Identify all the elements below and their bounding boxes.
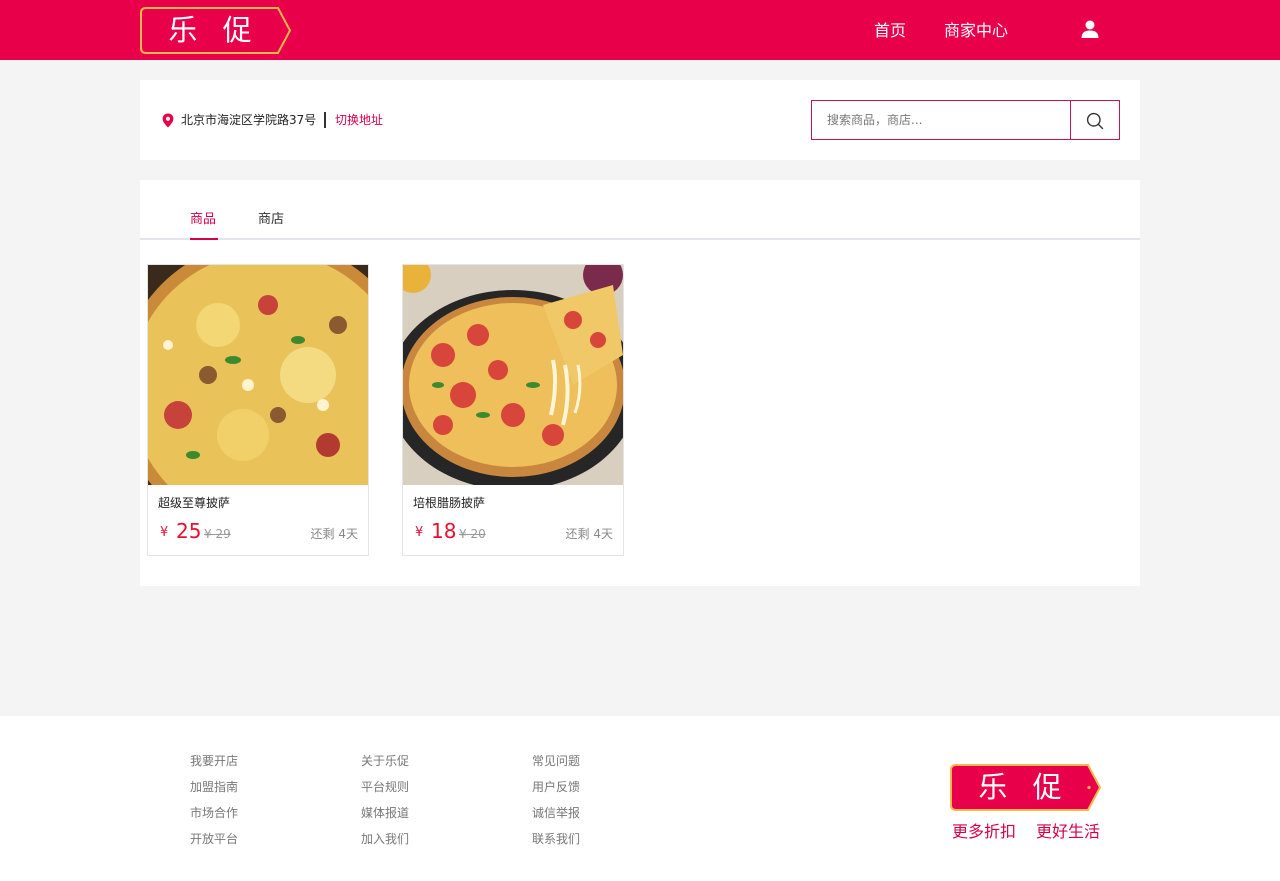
- nav-merchant-center[interactable]: 商家中心: [944, 20, 1008, 42]
- product-image[interactable]: [148, 265, 368, 485]
- footer-link[interactable]: 加入我们: [361, 831, 409, 847]
- product-name: 培根腊肠披萨: [413, 496, 486, 510]
- currency-symbol: ¥: [160, 525, 169, 540]
- active-tab-indicator: [190, 238, 218, 240]
- product-card[interactable]: 超级至尊披萨 ¥ 25 ¥ 29 还剩 4天: [147, 264, 369, 556]
- footer-link[interactable]: 关于乐促: [361, 753, 409, 769]
- product-name: 超级至尊披萨: [158, 496, 231, 510]
- page-footer: 我要开店 加盟指南 市场合作 开放平台 关于乐促 平台规则 媒体报道 加入我们 …: [0, 716, 1280, 881]
- footer-brand-logo: 乐 促: [950, 764, 1102, 811]
- map-pin-icon: [162, 113, 174, 128]
- tab-shops[interactable]: 商店: [258, 212, 284, 228]
- original-price: ¥ 20: [459, 527, 486, 541]
- footer-link[interactable]: 媒体报道: [361, 805, 409, 821]
- nav-home[interactable]: 首页: [874, 20, 906, 42]
- footer-link[interactable]: 开放平台: [190, 831, 238, 847]
- footer-slogan: 更多折扣: [952, 822, 1017, 841]
- product-card[interactable]: 培根腊肠披萨 ¥ 18 ¥ 20 还剩 4天: [402, 264, 624, 556]
- search-button[interactable]: [1070, 100, 1120, 140]
- results-panel: 商品 商店 超级至尊披萨 ¥ 25 ¥ 29 还剩 4天 培根腊肠披萨 ¥ 18…: [140, 180, 1140, 586]
- search-input[interactable]: [812, 101, 1071, 139]
- footer-link[interactable]: 我要开店: [190, 753, 238, 769]
- user-icon[interactable]: [1080, 19, 1100, 39]
- search-icon: [1086, 112, 1104, 130]
- top-header: 乐 促 首页 商家中心: [0, 0, 1280, 60]
- search-field[interactable]: [811, 100, 1071, 140]
- address-divider: [324, 112, 326, 128]
- footer-link[interactable]: 用户反馈: [532, 779, 580, 795]
- brand-logo[interactable]: 乐 促: [140, 7, 292, 54]
- current-price: 25: [176, 519, 202, 543]
- remaining-days: 还剩 4天: [565, 527, 613, 541]
- footer-link[interactable]: 诚信举报: [532, 805, 580, 821]
- tab-products[interactable]: 商品: [190, 212, 216, 228]
- location-search-bar: 北京市海淀区学院路37号 切换地址: [140, 80, 1140, 160]
- switch-address-link[interactable]: 切换地址: [335, 112, 383, 128]
- original-price: ¥ 29: [204, 527, 231, 541]
- footer-link[interactable]: 平台规则: [361, 779, 409, 795]
- footer-link[interactable]: 常见问题: [532, 753, 580, 769]
- footer-link[interactable]: 联系我们: [532, 831, 580, 847]
- currency-symbol: ¥: [415, 525, 424, 540]
- brand-name: 乐 促: [168, 13, 260, 47]
- footer-brand-name: 乐 促: [978, 770, 1070, 804]
- remaining-days: 还剩 4天: [310, 527, 358, 541]
- footer-link[interactable]: 市场合作: [190, 805, 238, 821]
- current-price: 18: [431, 519, 457, 543]
- result-tabs: 商品 商店: [140, 180, 1140, 240]
- footer-link[interactable]: 加盟指南: [190, 779, 238, 795]
- current-address: 北京市海淀区学院路37号: [181, 113, 317, 127]
- footer-slogan: 更好生活: [1036, 822, 1101, 841]
- product-image[interactable]: [403, 265, 623, 485]
